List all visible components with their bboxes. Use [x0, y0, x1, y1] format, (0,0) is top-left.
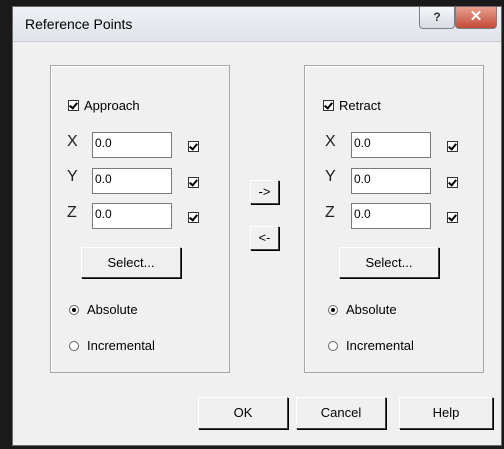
copy-to-approach-button[interactable]: <-: [250, 226, 279, 250]
approach-toggle[interactable]: Approach: [68, 98, 140, 113]
approach-absolute-option[interactable]: Absolute: [69, 302, 138, 317]
retract-select-button[interactable]: Select...: [339, 247, 439, 278]
retract-x-label: X: [325, 133, 336, 150]
retract-incremental-option[interactable]: Incremental: [328, 338, 414, 353]
approach-z-checkbox[interactable]: [188, 212, 199, 223]
approach-incremental-radio[interactable]: [69, 340, 79, 351]
approach-absolute-label: Absolute: [87, 302, 138, 317]
retract-z-checkbox[interactable]: [447, 212, 458, 223]
title-bar[interactable]: Reference Points ? ✕: [13, 7, 501, 42]
help-button[interactable]: Help: [399, 397, 493, 429]
retract-z-input[interactable]: 0.0: [351, 203, 431, 229]
help-icon[interactable]: ?: [419, 7, 455, 29]
approach-x-label: X: [67, 133, 78, 150]
retract-checkbox[interactable]: [323, 100, 334, 111]
retract-incremental-label: Incremental: [346, 338, 414, 353]
retract-absolute-radio[interactable]: [328, 304, 338, 315]
retract-absolute-option[interactable]: Absolute: [328, 302, 397, 317]
retract-label: Retract: [339, 98, 381, 113]
approach-y-checkbox[interactable]: [188, 177, 199, 188]
retract-x-input[interactable]: 0.0: [351, 132, 431, 158]
retract-x-checkbox[interactable]: [447, 141, 458, 152]
approach-y-input[interactable]: 0.0: [92, 168, 172, 194]
retract-y-input[interactable]: 0.0: [351, 168, 431, 194]
retract-z-label: Z: [325, 204, 335, 221]
retract-toggle[interactable]: Retract: [323, 98, 381, 113]
retract-incremental-radio[interactable]: [328, 340, 338, 351]
approach-y-label: Y: [67, 168, 78, 185]
cancel-button[interactable]: Cancel: [296, 397, 386, 429]
approach-z-input[interactable]: 0.0: [92, 203, 172, 229]
approach-incremental-option[interactable]: Incremental: [69, 338, 155, 353]
retract-y-checkbox[interactable]: [447, 177, 458, 188]
dialog-title: Reference Points: [25, 16, 133, 32]
retract-panel: Retract X 0.0 Y 0.0 Z 0.0 Select... Abso…: [304, 65, 484, 373]
approach-panel: Approach X 0.0 Y 0.0 Z 0.0 Select... Abs…: [50, 65, 230, 373]
retract-absolute-label: Absolute: [346, 302, 397, 317]
approach-select-button[interactable]: Select...: [81, 247, 181, 278]
copy-to-retract-button[interactable]: ->: [250, 180, 279, 204]
approach-absolute-radio[interactable]: [69, 304, 79, 315]
approach-label: Approach: [84, 98, 140, 113]
approach-checkbox[interactable]: [68, 100, 79, 111]
approach-x-input[interactable]: 0.0: [92, 132, 172, 158]
approach-x-checkbox[interactable]: [188, 141, 199, 152]
retract-y-label: Y: [325, 168, 336, 185]
close-icon[interactable]: ✕: [455, 7, 497, 29]
approach-z-label: Z: [67, 204, 77, 221]
approach-incremental-label: Incremental: [87, 338, 155, 353]
ok-button[interactable]: OK: [198, 397, 288, 429]
reference-points-dialog: Reference Points ? ✕ Approach X 0.0 Y 0.…: [12, 6, 502, 446]
